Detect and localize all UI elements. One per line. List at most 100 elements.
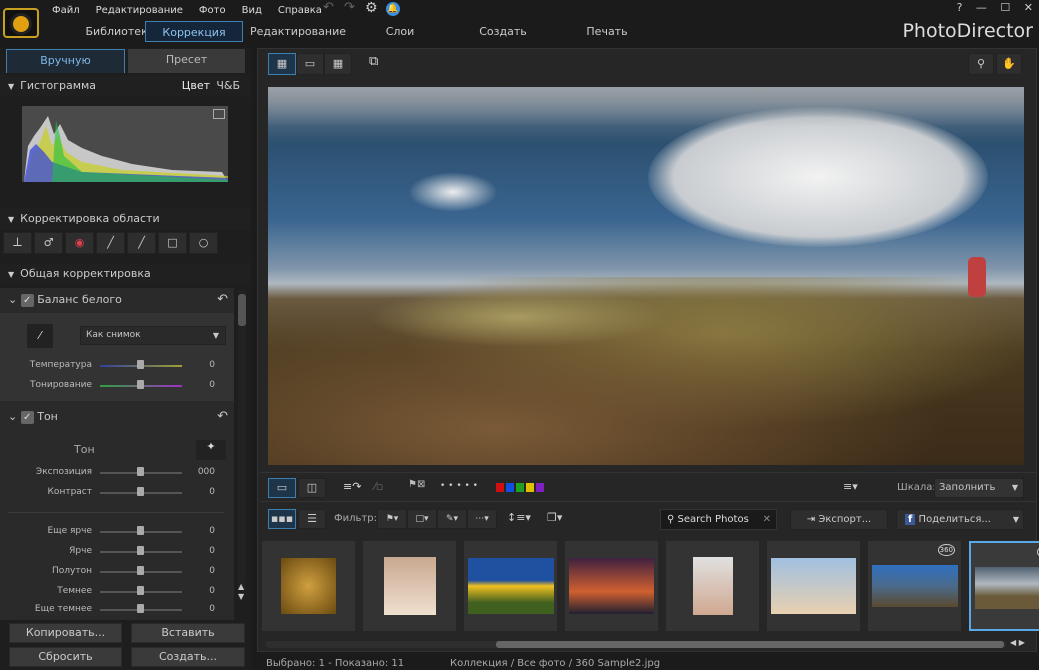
- menu-photo[interactable]: Фото: [199, 5, 226, 16]
- tone-checkbox[interactable]: ✓: [20, 410, 34, 424]
- crop-icon[interactable]: ⟂: [3, 232, 32, 254]
- slider-blacks[interactable]: Еще темнее 0: [0, 602, 234, 618]
- label-filter-icon[interactable]: □▾: [407, 509, 437, 529]
- color-label-swatch[interactable]: [516, 483, 524, 492]
- single-view-icon[interactable]: ▭: [268, 478, 296, 498]
- clipping-warning-icon[interactable]: [213, 109, 225, 119]
- color-label-swatch[interactable]: [506, 483, 514, 492]
- flag-icon[interactable]: ⚑⊠: [408, 479, 425, 490]
- tab-layers[interactable]: Слои: [370, 21, 430, 42]
- slider-midtones[interactable]: Полутон 0: [0, 564, 234, 580]
- thumb-view-icon[interactable]: ▪▪▪: [268, 509, 296, 529]
- area-adjust-header[interactable]: ▼ Корректировка области: [0, 208, 250, 230]
- filmstrip-thumbnail[interactable]: 360: [969, 541, 1039, 631]
- slider-highlights[interactable]: Ярче 0: [0, 544, 234, 560]
- slider-contrast[interactable]: Контраст 0: [0, 485, 234, 501]
- view-photo-filmstrip-icon[interactable]: ▦: [268, 53, 296, 75]
- scroll-arrows[interactable]: ▲ ▼: [238, 582, 244, 602]
- filmstrip-thumbnail[interactable]: [666, 541, 759, 631]
- settings-gear-icon[interactable]: ⚙: [365, 0, 378, 16]
- radial-filter-icon[interactable]: ○: [189, 232, 218, 254]
- color-label-swatch[interactable]: [536, 483, 544, 492]
- sort-icon[interactable]: ≡▾: [843, 480, 858, 493]
- filmstrip-thumbnail[interactable]: [464, 541, 557, 631]
- tone-reset-icon[interactable]: ↶: [217, 409, 228, 424]
- rating-dots[interactable]: • • • • •: [440, 481, 478, 491]
- main-photo[interactable]: [268, 87, 1024, 465]
- histogram-header[interactable]: ▼ Гистограмма Цвет Ч&Б: [0, 75, 250, 97]
- help-button[interactable]: ?: [957, 1, 963, 14]
- create-preset-button[interactable]: Создать...: [131, 647, 245, 667]
- red-eye-icon[interactable]: ◉: [65, 232, 94, 254]
- filmstrip-thumbnail[interactable]: 360: [868, 541, 961, 631]
- reset-button[interactable]: Сбросить: [9, 647, 122, 667]
- share-button[interactable]: f Поделиться... ▼: [896, 509, 1024, 530]
- flag-filter-icon[interactable]: ⚑▾: [377, 509, 407, 529]
- edit-filter-icon[interactable]: ✎▾: [437, 509, 467, 529]
- eyedropper-icon[interactable]: ⁄: [27, 324, 53, 348]
- search-input[interactable]: ⚲ Search Photos ✕: [660, 509, 777, 530]
- panel-scrollbar[interactable]: [238, 290, 246, 590]
- filmstrip-scrollbar[interactable]: [266, 641, 1006, 648]
- slider-shadows[interactable]: Темнее 0: [0, 584, 234, 600]
- menu-view[interactable]: Вид: [242, 5, 262, 16]
- compare-view-icon[interactable]: ◫: [298, 478, 326, 498]
- tab-create[interactable]: Создать: [470, 21, 536, 42]
- clear-search-icon[interactable]: ✕: [763, 510, 771, 529]
- filmstrip-thumbnail[interactable]: [767, 541, 860, 631]
- list-view-icon[interactable]: ☰: [298, 509, 326, 529]
- wb-header[interactable]: ⌄ ✓ Баланс белого: [8, 293, 122, 307]
- wb-checkbox[interactable]: ✓: [20, 293, 34, 307]
- tab-manual[interactable]: Вручную: [6, 49, 125, 73]
- histogram-color-toggle[interactable]: Цвет: [182, 75, 210, 97]
- histogram-bw-toggle[interactable]: Ч&Б: [216, 75, 240, 97]
- view-grid-icon[interactable]: ▦: [324, 53, 352, 75]
- wb-preset-select[interactable]: Как снимок ▼: [80, 326, 226, 345]
- filmstrip-thumbnail[interactable]: [262, 541, 355, 631]
- hand-pan-icon[interactable]: ✋: [996, 53, 1022, 75]
- thumbnail-image: [383, 557, 436, 615]
- menu-help[interactable]: Справка: [278, 5, 322, 16]
- general-adjust-header[interactable]: ▼ Общая корректировка: [0, 263, 250, 285]
- tab-preset[interactable]: Пресет: [128, 49, 245, 73]
- rating-filter-icon[interactable]: ⋯▾: [467, 509, 497, 529]
- tab-print[interactable]: Печать: [574, 21, 640, 42]
- slider-exposure[interactable]: Экспозиция 000: [0, 465, 234, 481]
- stack-icon[interactable]: ❐▾: [547, 511, 562, 524]
- export-button[interactable]: ⇥ Экспорт...: [790, 509, 888, 530]
- filmstrip-thumbnail[interactable]: [363, 541, 456, 631]
- close-button[interactable]: ✕: [1024, 1, 1033, 14]
- tone-header[interactable]: ⌄ ✓ Тон: [8, 410, 58, 424]
- filmstrip-thumbnail[interactable]: [565, 541, 658, 631]
- menu-file[interactable]: Файл: [52, 5, 80, 16]
- color-label-swatch[interactable]: [526, 483, 534, 492]
- slider-whites[interactable]: Еще ярче 0: [0, 524, 234, 540]
- paste-button[interactable]: Вставить: [131, 623, 245, 643]
- minimize-button[interactable]: —: [976, 1, 987, 14]
- auto-tone-wand-icon[interactable]: ✦: [196, 440, 226, 460]
- sort-order-icon[interactable]: ↕≡▾: [507, 511, 531, 524]
- undo-icon[interactable]: ↶: [323, 0, 334, 15]
- rotate-icon[interactable]: ≡↷: [343, 480, 361, 493]
- spot-removal-icon[interactable]: ♂: [34, 232, 63, 254]
- tab-adjustment[interactable]: Коррекция: [145, 21, 243, 42]
- redo-icon[interactable]: ↷: [344, 0, 355, 15]
- fullscreen-icon[interactable]: ⧉: [369, 54, 378, 69]
- maximize-button[interactable]: ☐: [1000, 1, 1010, 14]
- tab-edit[interactable]: Редактирование: [248, 21, 348, 42]
- slider-tint[interactable]: Тонирование 0: [0, 378, 234, 394]
- window-controls[interactable]: ? — ☐ ✕: [957, 1, 1033, 14]
- copy-button[interactable]: Копировать...: [9, 623, 122, 643]
- view-photo-icon[interactable]: ▭: [296, 53, 324, 75]
- notification-bell-icon[interactable]: 🔔: [386, 2, 400, 16]
- adjustment-brush-icon[interactable]: ╱: [96, 232, 125, 254]
- wb-reset-icon[interactable]: ↶: [217, 292, 228, 307]
- eraser-brush-icon[interactable]: ╱: [127, 232, 156, 254]
- zoom-icon[interactable]: ⚲: [968, 53, 994, 75]
- scale-select[interactable]: Заполнить ▼: [934, 478, 1024, 498]
- slider-temperature[interactable]: Температура 0: [0, 358, 234, 374]
- graduated-filter-icon[interactable]: □: [158, 232, 187, 254]
- color-label-swatch[interactable]: [496, 483, 504, 492]
- menu-edit[interactable]: Редактирование: [96, 5, 183, 16]
- filmstrip-scroll-arrows[interactable]: ◀ ▶: [1010, 638, 1025, 647]
